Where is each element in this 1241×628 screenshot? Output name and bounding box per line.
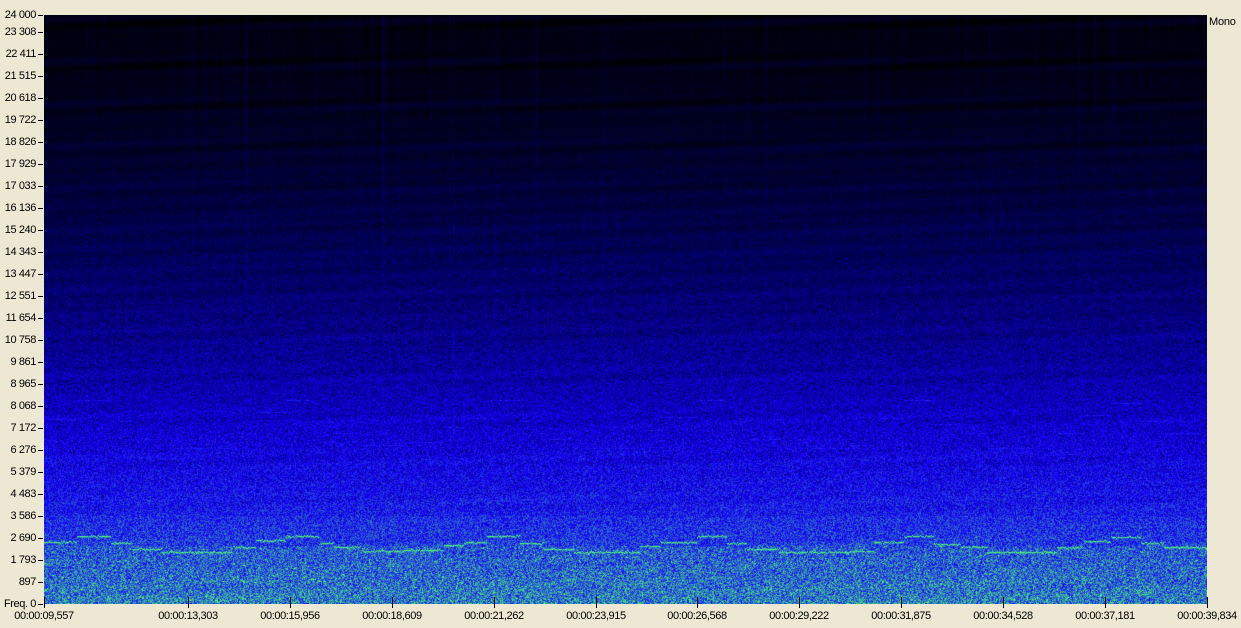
freq-tick <box>38 362 43 363</box>
freq-tick-label: 6 276 <box>10 444 36 456</box>
time-tick <box>1003 597 1004 608</box>
freq-tick <box>38 15 43 16</box>
freq-tick <box>38 428 43 429</box>
freq-tick <box>38 54 43 55</box>
freq-tick <box>38 384 43 385</box>
time-tick <box>1105 597 1106 608</box>
freq-tick-label: 5 379 <box>10 466 36 478</box>
freq-tick <box>38 582 43 583</box>
freq-tick-label: 22 411 <box>5 48 37 60</box>
freq-tick <box>38 560 43 561</box>
freq-tick <box>38 164 43 165</box>
freq-tick-label: 7 172 <box>10 422 36 434</box>
freq-tick <box>38 604 43 605</box>
time-tick-label: 00:00:26,568 <box>667 610 727 622</box>
freq-tick <box>38 340 43 341</box>
time-tick <box>901 597 902 608</box>
freq-tick-label: 14 343 <box>4 246 37 258</box>
time-tick-label: 00:00:37,181 <box>1075 610 1135 622</box>
freq-tick-label: 21 515 <box>4 70 37 82</box>
channel-label: Mono <box>1209 16 1236 28</box>
time-tick <box>494 597 495 608</box>
freq-tick <box>38 472 43 473</box>
freq-tick-label: 4 483 <box>10 488 36 500</box>
time-tick <box>290 597 291 608</box>
time-tick-label: 00:00:18,609 <box>362 610 422 622</box>
freq-tick <box>38 252 43 253</box>
spectrogram-panel: 24 000 23 308 22 411 21 515 20 618 19 722 18 8… <box>0 0 1241 628</box>
time-tick-label: 00:00:31,875 <box>871 610 931 622</box>
freq-tick <box>38 208 43 209</box>
freq-tick-label: 3 586 <box>10 510 36 522</box>
freq-tick <box>38 406 43 407</box>
freq-tick-label: 17 033 <box>4 180 37 192</box>
time-tick-label: 00:00:15,956 <box>260 610 320 622</box>
time-tick-label: 00:00:13,303 <box>158 610 218 622</box>
time-tick <box>188 597 189 608</box>
freq-tick <box>38 230 43 231</box>
time-tick <box>697 597 698 608</box>
freq-tick-label: 11 654 <box>5 312 37 324</box>
time-tick <box>1207 597 1208 608</box>
freq-tick <box>38 450 43 451</box>
time-tick <box>799 597 800 608</box>
freq-tick <box>38 296 43 297</box>
freq-tick-label: 24 000 <box>4 9 37 21</box>
freq-tick-label: 897 <box>18 576 37 588</box>
freq-tick-label: 12 551 <box>4 290 37 302</box>
freq-tick <box>38 76 43 77</box>
freq-tick-label: 18 826 <box>4 136 37 148</box>
freq-tick-label: 15 240 <box>4 224 37 236</box>
freq-tick-label: 1 793 <box>10 554 36 566</box>
freq-tick <box>38 32 43 33</box>
freq-tick <box>38 120 43 121</box>
time-tick-label: 00:00:09,557 <box>14 610 74 622</box>
time-tick <box>392 597 393 608</box>
time-tick-label: 00:00:39,834 <box>1177 610 1237 622</box>
freq-tick <box>38 142 43 143</box>
freq-tick-label: 13 447 <box>4 268 37 280</box>
freq-tick-label: 20 618 <box>4 92 37 104</box>
freq-tick <box>38 186 43 187</box>
freq-tick <box>38 494 43 495</box>
freq-tick <box>38 274 43 275</box>
time-tick <box>44 597 45 608</box>
freq-tick <box>38 538 43 539</box>
time-tick-label: 00:00:21,262 <box>464 610 524 622</box>
freq-tick-label: 2 690 <box>10 532 36 544</box>
freq-tick-label: Freq. 0 <box>3 598 36 610</box>
freq-tick-label: 9 861 <box>10 356 36 368</box>
time-tick-label: 00:00:29,222 <box>769 610 829 622</box>
freq-tick <box>38 318 43 319</box>
freq-tick-label: 8 965 <box>10 378 36 390</box>
freq-tick-label: 23 308 <box>4 26 37 38</box>
freq-tick-label: 8 068 <box>10 400 36 412</box>
freq-tick <box>38 516 43 517</box>
time-tick <box>596 597 597 608</box>
freq-tick-label: 16 136 <box>4 202 37 214</box>
time-tick-label: 00:00:23,915 <box>566 610 626 622</box>
freq-tick-label: 19 722 <box>4 114 37 126</box>
freq-tick-label: 17 929 <box>4 158 37 170</box>
time-tick-label: 00:00:34,528 <box>973 610 1033 622</box>
freq-tick-label: 10 758 <box>4 334 37 346</box>
freq-tick <box>38 98 43 99</box>
spectrogram-plot[interactable] <box>44 15 1207 604</box>
